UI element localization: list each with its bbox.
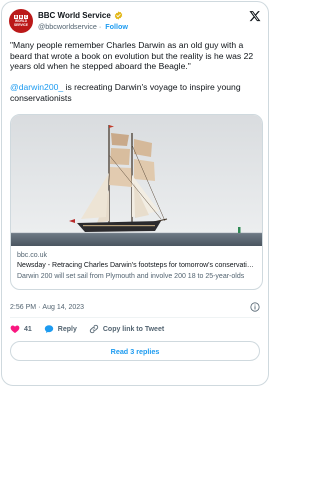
link-card[interactable]: bbc.co.uk Newsday - Retracing Charles Da… — [10, 114, 263, 290]
copy-link-label: Copy link to Tweet — [102, 325, 165, 333]
speech-bubble-icon — [44, 325, 53, 333]
heart-icon — [10, 325, 20, 333]
reply-label: Reply — [57, 325, 77, 333]
verified-badge-icon — [114, 10, 123, 20]
copy-link-button[interactable]: Copy link to Tweet — [89, 324, 164, 334]
tweet-text: "Many people remember Charles Darwin as … — [10, 40, 265, 114]
ship-photo[interactable] — [11, 115, 263, 246]
avatar[interactable]: BBC WORLD SERVICE — [9, 9, 33, 33]
link-title[interactable]: Newsday - Retracing Charles Darwin's foo… — [17, 261, 256, 271]
tweet-second-paragraph: @darwin200_ is recreating Darwin's voyag… — [10, 82, 265, 103]
info-icon[interactable] — [250, 302, 260, 312]
separator-dot: · — [98, 22, 102, 31]
reply-button[interactable]: Reply — [44, 324, 77, 334]
link-description: Darwin 200 will set sail from Plymouth a… — [17, 273, 245, 280]
like-count: 41 — [24, 325, 32, 333]
tweet-time[interactable]: 2:56 PM — [10, 304, 36, 311]
display-name[interactable]: BBC World Service — [38, 11, 111, 20]
account-names: BBC World Service @bbcworldservice · Fol… — [38, 9, 128, 32]
link-info: bbc.co.uk Newsday - Retracing Charles Da… — [17, 250, 256, 282]
link-icon — [89, 324, 98, 334]
tweet-actions: 41 Reply Copy link to Tweet — [10, 323, 260, 335]
x-logo-icon[interactable] — [249, 10, 261, 22]
divider — [10, 317, 260, 318]
like-button[interactable]: 41 — [10, 324, 32, 334]
tweet-header: BBC WORLD SERVICE BBC World Service @bbcw… — [9, 9, 261, 35]
avatar-caption: WORLD SERVICE — [14, 18, 28, 27]
read-replies-button[interactable]: Read 3 replies — [10, 341, 260, 361]
follow-button[interactable]: Follow — [105, 22, 128, 31]
tweet-quote: "Many people remember Charles Darwin as … — [10, 40, 254, 71]
mention-link[interactable]: @darwin200_ — [10, 82, 63, 92]
account-handle[interactable]: @bbcworldservice — [38, 22, 97, 31]
link-domain: bbc.co.uk — [17, 252, 47, 259]
tweet-date[interactable]: Aug 14, 2023 — [42, 304, 84, 311]
tweet-card[interactable]: BBC WORLD SERVICE BBC World Service @bbcw… — [1, 1, 269, 386]
tweet-meta: 2:56 PM · Aug 14, 2023 — [10, 301, 260, 313]
meta-separator: · — [38, 303, 41, 311]
